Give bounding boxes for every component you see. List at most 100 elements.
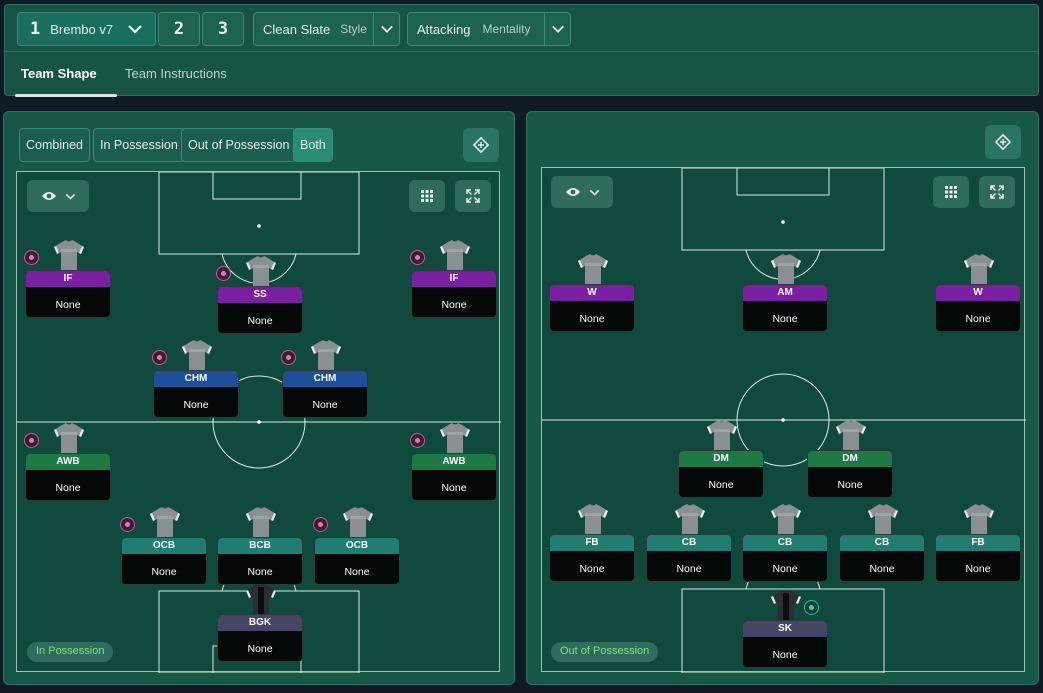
pitch-in-possession: In Possession IF None SS None IF None CHM None C… — [16, 171, 501, 673]
player-name: None — [247, 315, 273, 327]
shirt-icon — [245, 584, 277, 614]
player-slot-fb[interactable]: FB None — [935, 504, 1021, 582]
player-card: CHM None — [153, 370, 239, 418]
player-status-icon — [804, 600, 819, 615]
tactic-slot-1-number: 1 — [30, 19, 41, 39]
role-label: W — [550, 285, 634, 301]
player-slot-ocb[interactable]: OCB None — [313, 507, 400, 585]
filter-in-possession[interactable]: In Possession — [93, 128, 185, 162]
filter-combined[interactable]: Combined — [19, 128, 90, 162]
role-label: BCB — [218, 538, 302, 554]
role-label: CB — [840, 535, 924, 551]
player-name: None — [772, 313, 798, 325]
player-slot-am[interactable]: AM None — [742, 254, 828, 332]
player-slot-bcb[interactable]: BCB None — [217, 507, 303, 585]
player-slot-if[interactable]: IF None — [410, 240, 497, 318]
tactic-board-icon — [472, 136, 490, 154]
grid-icon — [420, 189, 434, 203]
role-label: CHM — [154, 371, 238, 387]
player-slot-dm[interactable]: DM None — [807, 420, 893, 498]
player-status-icon — [24, 250, 39, 265]
player-slot-ss[interactable]: SS None — [216, 256, 303, 334]
style-dropdown[interactable]: Clean Slate Style — [253, 12, 400, 46]
expand-button[interactable] — [979, 176, 1015, 208]
tactic-board-button[interactable] — [985, 125, 1021, 159]
tactic-slot-1-dropdown[interactable]: 1 Brembo v7 — [17, 12, 156, 46]
player-card: OCB None — [121, 537, 207, 585]
shirt-icon — [439, 240, 471, 270]
tab-team-instructions[interactable]: Team Instructions — [125, 66, 227, 81]
filter-both[interactable]: Both — [293, 128, 333, 162]
player-slot-w[interactable]: W None — [549, 254, 635, 332]
player-status-icon — [410, 250, 425, 265]
shirt-icon — [245, 507, 277, 537]
shirt-icon — [963, 504, 995, 534]
shirt-icon — [770, 590, 802, 620]
shirt-icon — [770, 504, 802, 534]
role-label: OCB — [122, 538, 206, 554]
player-card: CB None — [839, 534, 925, 582]
player-slot-w[interactable]: W None — [935, 254, 1021, 332]
pitch-out-of-possession: Out of Possession W None AM None W None DM None… — [541, 167, 1026, 673]
player-name: None — [55, 299, 81, 311]
shirt-icon — [342, 507, 374, 537]
player-status-icon — [24, 433, 39, 448]
player-name: None — [247, 643, 273, 655]
tactics-header: 1 Brembo v7 2 3 Clean Slate Style Attack… — [4, 4, 1039, 97]
player-slot-ocb[interactable]: OCB None — [120, 507, 207, 585]
phase-label: In Possession — [27, 642, 114, 662]
player-slot-cb[interactable]: CB None — [646, 504, 732, 582]
player-card: W None — [935, 284, 1021, 332]
player-name: None — [579, 563, 605, 575]
player-slot-bgk[interactable]: BGK None — [217, 584, 303, 662]
tactic-slot-3-button[interactable]: 3 — [202, 12, 244, 46]
shirt-icon — [181, 340, 213, 370]
player-status-icon — [216, 266, 231, 281]
out-of-possession-panel: Out of Possession W None AM None W None DM None… — [526, 111, 1039, 685]
role-label: AWB — [26, 454, 110, 470]
tab-team-shape[interactable]: Team Shape — [21, 66, 97, 81]
player-card: CB None — [742, 534, 828, 582]
player-card: BCB None — [217, 537, 303, 585]
view-options-button[interactable] — [551, 176, 613, 208]
role-label: FB — [936, 535, 1020, 551]
player-slot-cb[interactable]: CB None — [742, 504, 828, 582]
role-label: SS — [218, 287, 302, 303]
expand-icon — [466, 189, 480, 203]
player-name: None — [247, 566, 273, 578]
player-slot-awb[interactable]: AWB None — [24, 423, 111, 501]
chevron-down-icon — [65, 191, 76, 202]
expand-button[interactable] — [455, 180, 491, 212]
view-options-button[interactable] — [27, 180, 89, 212]
player-card: IF None — [25, 270, 111, 318]
role-label: BGK — [218, 615, 302, 631]
style-label: Style — [340, 22, 367, 36]
player-status-icon — [313, 517, 328, 532]
shirt-icon — [149, 507, 181, 537]
tactic-board-button[interactable] — [463, 128, 499, 162]
mentality-dropdown[interactable]: Attacking Mentality — [407, 12, 571, 46]
shirt-icon — [577, 254, 609, 284]
player-slot-if[interactable]: IF None — [24, 240, 111, 318]
chevron-down-icon — [544, 13, 570, 45]
grid-view-button[interactable] — [409, 180, 445, 212]
player-slot-sk[interactable]: SK None — [742, 590, 828, 668]
chevron-down-icon — [373, 13, 399, 45]
player-card: AWB None — [411, 453, 497, 501]
grid-view-button[interactable] — [933, 176, 969, 208]
role-label: IF — [412, 271, 496, 287]
eye-icon — [565, 186, 581, 198]
tactic-slot-2-button[interactable]: 2 — [158, 12, 200, 46]
player-slot-chm[interactable]: CHM None — [281, 340, 368, 418]
role-label: DM — [808, 451, 892, 467]
filter-out-of-possession[interactable]: Out of Possession — [181, 128, 297, 162]
player-slot-awb[interactable]: AWB None — [410, 423, 497, 501]
player-name: None — [441, 482, 467, 494]
player-slot-chm[interactable]: CHM None — [152, 340, 239, 418]
player-slot-dm[interactable]: DM None — [678, 420, 764, 498]
player-name: None — [151, 566, 177, 578]
player-slot-fb[interactable]: FB None — [549, 504, 635, 582]
shirt-icon — [706, 420, 738, 450]
player-slot-cb[interactable]: CB None — [839, 504, 925, 582]
expand-icon — [990, 185, 1004, 199]
